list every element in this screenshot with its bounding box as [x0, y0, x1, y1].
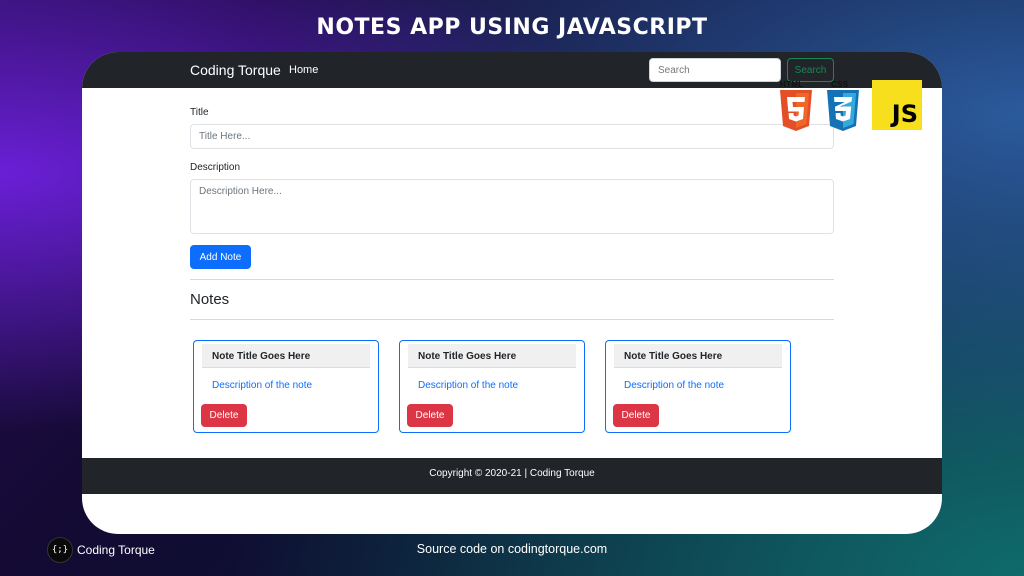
html-logo-label: HTML — [780, 80, 804, 89]
footer-copyright: Copyright © 2020-21 | Coding Torque — [429, 468, 595, 479]
add-note-button[interactable]: Add Note — [190, 245, 251, 269]
description-input[interactable] — [190, 179, 834, 234]
note-description: Description of the note — [418, 380, 519, 391]
title-input[interactable] — [190, 124, 834, 149]
js-logo-label: JS — [891, 100, 918, 128]
note-card: Note Title Goes Here Description of the … — [193, 340, 379, 433]
note-description: Description of the note — [624, 380, 725, 391]
javascript-icon: JS — [872, 80, 922, 130]
navbar-brand[interactable]: Coding Torque — [190, 62, 281, 78]
delete-note-button[interactable]: Delete — [613, 404, 659, 427]
note-card: Note Title Goes Here Description of the … — [605, 340, 791, 433]
search-button[interactable]: Search — [787, 58, 834, 82]
delete-note-button[interactable]: Delete — [407, 404, 453, 427]
css-logo-label: CSS — [831, 80, 849, 89]
nav-link-home[interactable]: Home — [289, 64, 318, 76]
divider — [190, 319, 834, 320]
note-title: Note Title Goes Here — [202, 344, 370, 368]
note-title: Note Title Goes Here — [408, 344, 576, 368]
note-description: Description of the note — [212, 380, 313, 391]
title-label: Title — [190, 107, 209, 118]
css3-icon — [827, 90, 859, 131]
tech-logos: HTML CSS JS — [778, 80, 923, 132]
divider — [190, 279, 834, 280]
note-card: Note Title Goes Here Description of the … — [399, 340, 585, 433]
notes-heading: Notes — [190, 291, 230, 308]
delete-note-button[interactable]: Delete — [201, 404, 247, 427]
search-input[interactable] — [649, 58, 781, 82]
footer: Copyright © 2020-21 | Coding Torque — [82, 458, 942, 494]
description-label: Description — [190, 162, 241, 173]
banner-title: NOTES APP USING JAVASCRIPT — [316, 15, 708, 40]
source-caption: Source code on codingtorque.com — [416, 542, 608, 556]
note-title: Note Title Goes Here — [614, 344, 782, 368]
html5-icon — [780, 90, 812, 131]
